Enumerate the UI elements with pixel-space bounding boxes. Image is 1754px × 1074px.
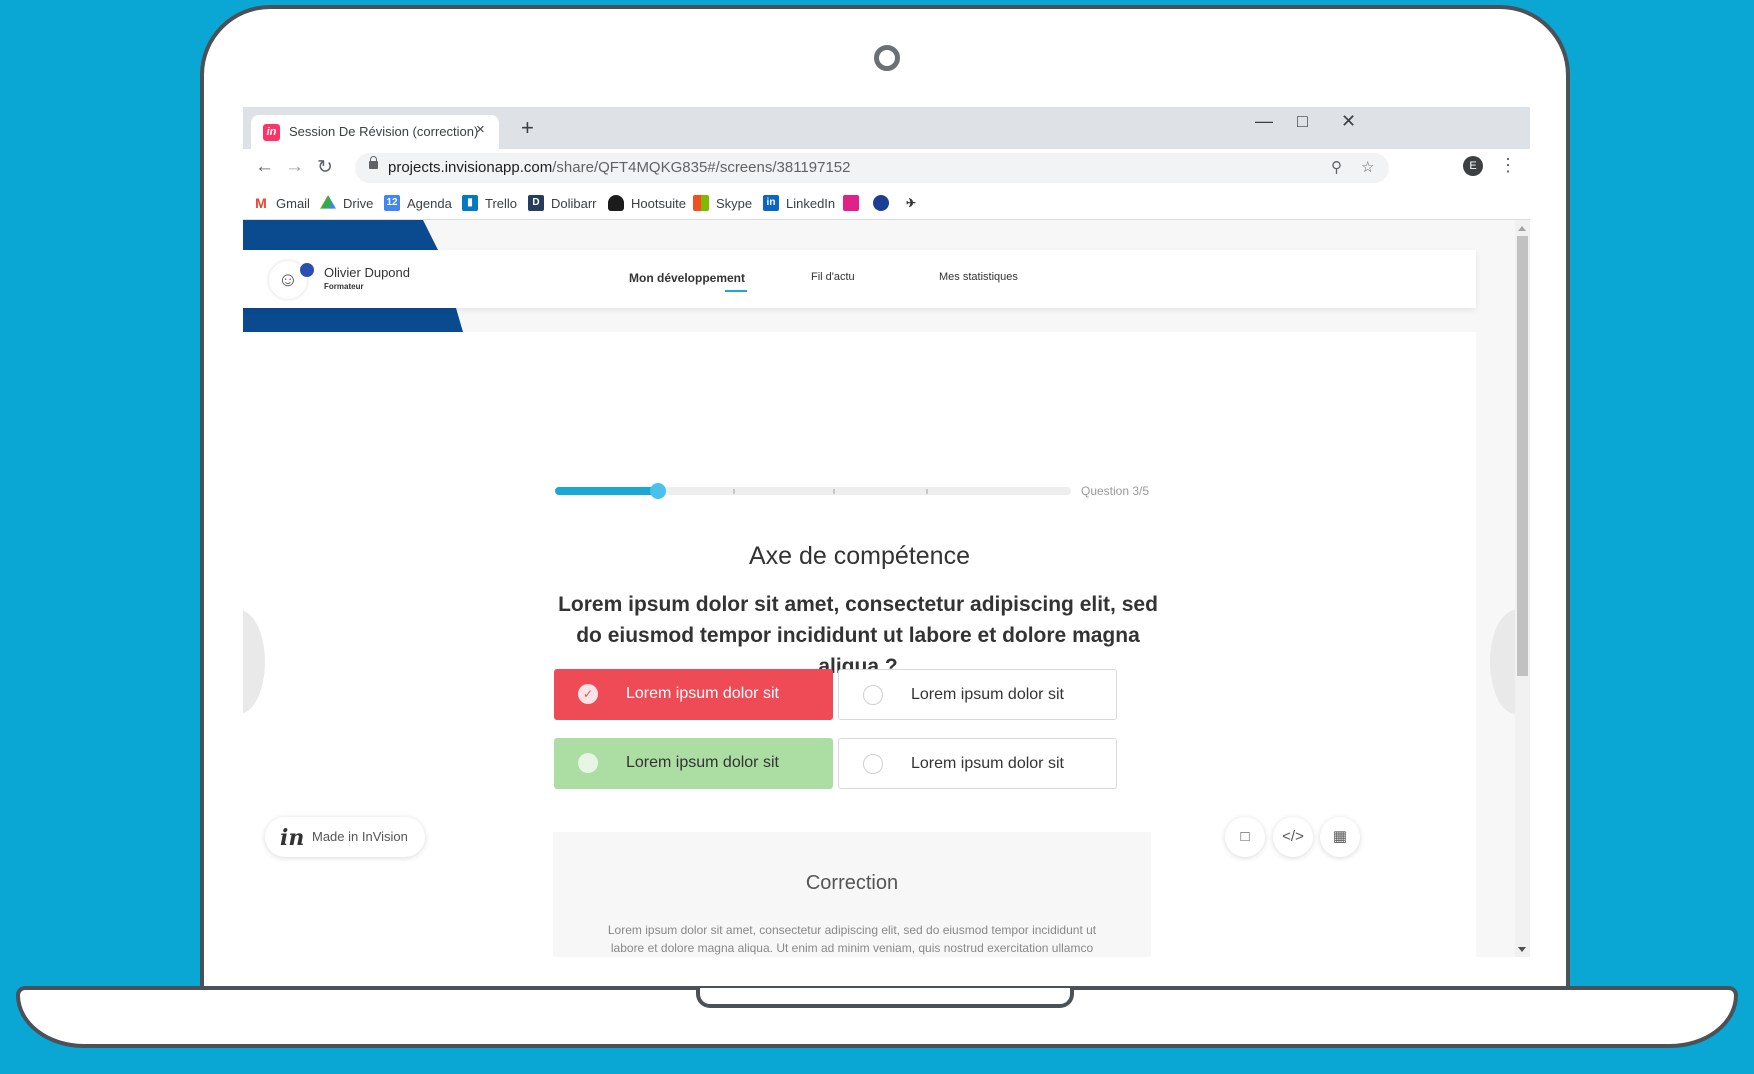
nav-fil-actu[interactable]: Fil d'actu [811,271,855,283]
answer-option-3[interactable]: Lorem ipsum dolor sit [554,738,833,789]
menu-kebab-icon[interactable]: ⋮ [1499,155,1517,176]
answer-label: Lorem ipsum dolor sit [911,755,1064,772]
bookmark-hootsuite[interactable]: Hootsuite [608,195,686,211]
back-icon[interactable]: ← [255,156,274,178]
gmail-icon: M [253,195,269,211]
progress-knob [650,483,666,499]
browser-tab[interactable]: in Session De Révision (correction) × [251,115,499,149]
correction-title: Correction [805,872,899,894]
prev-screen-handle[interactable] [243,610,265,714]
scroll-thumb[interactable] [1517,236,1528,676]
page-viewport: Question 3/5 Axe de compétence Lorem ips… [243,220,1515,957]
answer-label: Lorem ipsum dolor sit [911,686,1064,703]
new-tab-button[interactable]: + [521,115,534,141]
answer-option-2[interactable]: Lorem ipsum dolor sit [838,669,1117,720]
answer-option-4[interactable]: Lorem ipsum dolor sit [838,738,1117,789]
bookmark-plane[interactable]: ✈ [903,195,919,211]
bookmark-star-icon[interactable]: ☆ [1361,158,1374,176]
nav-mon-developpement[interactable]: Mon développement [629,271,745,285]
correction-panel: Correction Lorem ipsum dolor sit amet, c… [553,832,1151,957]
lock-icon [369,156,378,169]
header-decoration [243,308,463,332]
plane-icon: ✈ [903,195,919,211]
radio-icon [578,753,598,773]
linkedin-icon: in [763,195,779,211]
invision-logo-icon: in [280,825,305,851]
bookmark-dolibarr[interactable]: D Dolibarr [528,195,597,211]
close-window-icon[interactable]: ✕ [1341,111,1356,132]
zoom-icon[interactable]: ⚲ [1331,158,1342,176]
dolibarr-icon: D [528,195,544,211]
nav-active-indicator [725,290,747,292]
progress-fill [555,487,658,495]
bookmark-agenda[interactable]: 12 Agenda [384,195,452,211]
tab-bar: in Session De Révision (correction) × + … [243,107,1530,149]
laptop-notch [696,988,1074,1008]
user-badge-icon [299,262,315,278]
bookmark-trello[interactable]: ▮ Trello [462,195,517,211]
nav-mes-statistiques[interactable]: Mes statistiques [939,271,1018,283]
user-role: Formateur [324,282,364,291]
reload-icon[interactable]: ↻ [317,156,333,179]
correction-text: Lorem ipsum dolor sit amet, consectetur … [607,923,1097,955]
made-in-invision-badge[interactable]: in Made in InVision [265,817,425,857]
webcam-icon [874,45,900,71]
minimize-icon[interactable]: — [1255,111,1273,132]
progress-tick [926,489,928,494]
bookmark-gmail[interactable]: M Gmail [253,195,310,211]
scroll-down-icon[interactable] [1518,947,1526,952]
bookmark-drive[interactable]: Drive [320,195,373,211]
header-decoration [243,220,438,250]
drive-icon [320,195,336,209]
forward-icon[interactable]: → [285,156,304,178]
radio-icon [863,685,883,705]
invision-badge-text: Made in InVision [312,829,408,844]
tab-close-button[interactable]: × [476,121,485,138]
tab-title: Session De Révision (correction) [289,124,479,139]
progress-tick [733,489,735,494]
bookmark-skype[interactable]: Skype [693,195,752,211]
answer-label: Lorem ipsum dolor sit [626,685,779,702]
next-screen-handle[interactable] [1490,610,1515,714]
scroll-up-icon[interactable] [1518,226,1526,231]
calendar-icon: 12 [384,195,400,211]
bookmark-puzzle[interactable] [843,195,859,211]
puzzle-icon [843,195,859,211]
vertical-scrollbar[interactable] [1515,220,1530,957]
skype-icon [693,195,709,211]
hootsuite-icon [608,195,624,211]
profile-avatar[interactable]: E [1463,156,1483,176]
url-text: projects.invisionapp.com/share/QFT4MQKG8… [388,159,851,176]
grid-icon[interactable]: ▦ [1320,817,1360,857]
answer-option-1[interactable]: ✓ Lorem ipsum dolor sit [554,669,833,720]
app-header: ☺ Olivier Dupond Formateur Mon développe… [243,250,1476,308]
trello-icon: ▮ [462,195,478,211]
user-name: Olivier Dupond [324,265,410,280]
comment-icon[interactable]: □ [1225,817,1265,857]
browser-window: in Session De Révision (correction) × + … [243,107,1530,957]
answer-label: Lorem ipsum dolor sit [626,754,779,771]
address-bar[interactable]: projects.invisionapp.com/share/QFT4MQKG8… [355,153,1389,183]
maximize-icon[interactable]: □ [1297,111,1308,132]
progress-label: Question 3/5 [1081,484,1150,498]
question-card: Question 3/5 Axe de compétence Lorem ips… [243,332,1515,957]
progress-tick [833,489,835,494]
bookmarks-bar: M Gmail Drive 12 Agenda ▮ Trello D Dolibarr … [243,187,1530,220]
psg-crest-icon [873,195,889,211]
radio-icon [863,754,883,774]
invision-favicon-icon: in [263,124,280,141]
progress-bar [555,483,1071,499]
code-icon[interactable]: </> [1273,817,1313,857]
bookmark-psg[interactable] [873,195,889,211]
browser-toolbar: ← → ↻ projects.invisionapp.com/share/QFT… [243,149,1530,187]
bookmark-linkedin[interactable]: in LinkedIn [763,195,835,211]
question-title: Axe de compétence [749,542,970,570]
check-icon: ✓ [578,684,598,704]
